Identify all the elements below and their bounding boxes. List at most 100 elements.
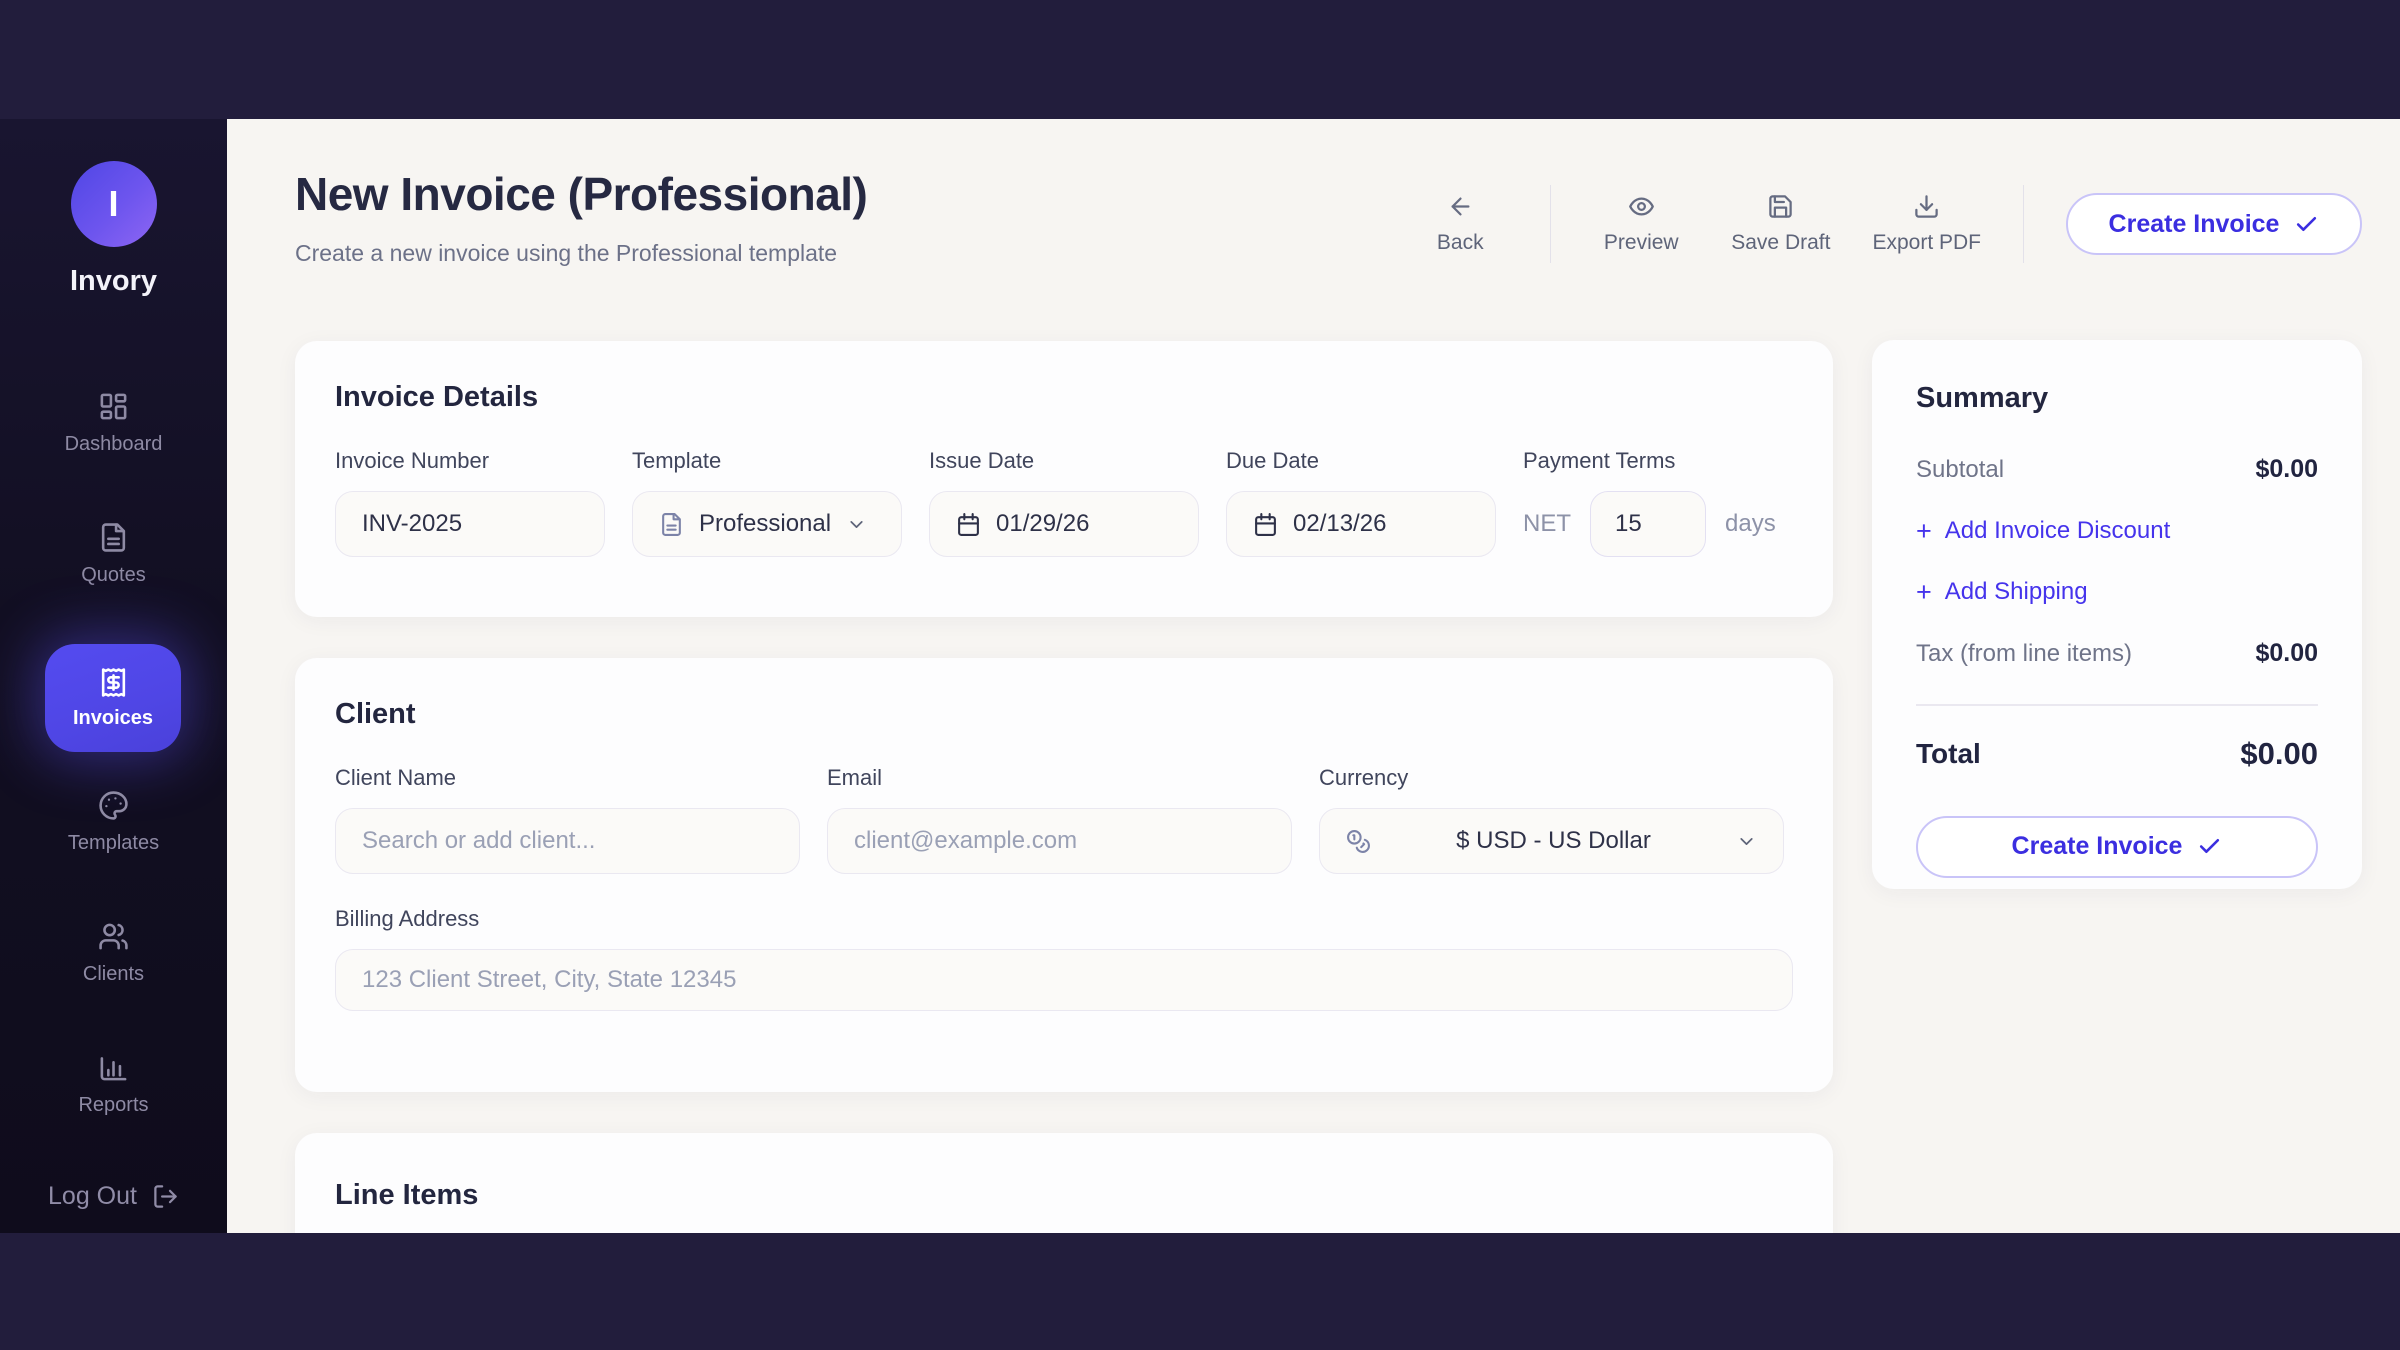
sidebar-item-clients[interactable]: Clients [0, 921, 227, 986]
download-icon [1913, 193, 1940, 220]
client-fields: Client Name Email Currency $ USD - US Do… [335, 765, 1793, 874]
invoice-number-input[interactable] [335, 491, 605, 557]
file-text-icon [659, 512, 684, 537]
invoice-details-card: Invoice Details Invoice Number Template … [295, 341, 1833, 617]
save-draft-button[interactable]: Save Draft [1731, 193, 1830, 255]
sidebar-item-dashboard[interactable]: Dashboard [0, 391, 227, 456]
sidebar-item-quotes[interactable]: Quotes [0, 522, 227, 587]
page-subtitle: Create a new invoice using the Professio… [295, 240, 867, 267]
page-title: New Invoice (Professional) [295, 167, 867, 221]
summary-divider [1916, 704, 2318, 706]
invoice-number-field: Invoice Number [335, 448, 605, 557]
sidebar: I Invory Dashboard Quotes Invoices Templ… [0, 119, 227, 1233]
back-label: Back [1437, 231, 1484, 255]
actions-divider [2023, 185, 2024, 263]
brand-name: Invory [0, 265, 227, 298]
sidebar-item-label: Invoices [73, 707, 153, 730]
subtotal-label: Subtotal [1916, 456, 2004, 484]
billing-address-label: Billing Address [335, 906, 1793, 932]
add-shipping-link[interactable]: + Add Shipping [1916, 578, 2318, 606]
template-field: Template Professional [632, 448, 902, 557]
preview-label: Preview [1604, 231, 1679, 255]
currency-select[interactable]: $ USD - US Dollar [1319, 808, 1784, 874]
tax-label: Tax (from line items) [1916, 640, 2132, 668]
subtotal-value: $0.00 [2255, 455, 2318, 484]
brand-initial: I [108, 183, 118, 225]
currency-field: Currency $ USD - US Dollar [1319, 765, 1784, 874]
logout-button[interactable]: Log Out [0, 1182, 227, 1211]
payment-terms-field: Payment Terms NET days [1523, 448, 1776, 557]
client-name-label: Client Name [335, 765, 800, 791]
reports-chart-icon [98, 1052, 129, 1083]
save-draft-label: Save Draft [1731, 231, 1830, 255]
invoice-number-label: Invoice Number [335, 448, 605, 474]
add-shipping-label: Add Shipping [1945, 578, 2088, 606]
due-date-value: 02/13/26 [1293, 510, 1386, 538]
line-items-card: Line Items [295, 1133, 1833, 1233]
quotes-icon [98, 522, 129, 553]
main-content: New Invoice (Professional) Create a new … [227, 119, 2400, 1233]
check-icon [2197, 834, 2222, 859]
template-value: Professional [699, 510, 831, 538]
sidebar-item-invoices-active[interactable]: Invoices [45, 644, 181, 752]
page-header: New Invoice (Professional) Create a new … [295, 167, 867, 267]
sidebar-item-reports[interactable]: Reports [0, 1052, 227, 1117]
payment-terms-label: Payment Terms [1523, 448, 1776, 474]
sidebar-item-label: Clients [83, 963, 144, 986]
export-pdf-label: Export PDF [1872, 231, 1981, 255]
days-suffix: days [1725, 510, 1776, 538]
template-select[interactable]: Professional [632, 491, 902, 557]
export-pdf-button[interactable]: Export PDF [1872, 193, 1981, 255]
summary-card: Summary Subtotal $0.00 + Add Invoice Dis… [1872, 340, 2362, 889]
save-icon [1767, 193, 1794, 220]
invoice-details-fields: Invoice Number Template Professional Iss… [335, 448, 1793, 557]
client-name-input[interactable] [335, 808, 800, 874]
brand-logo: I [71, 161, 157, 247]
payment-terms-input[interactable] [1590, 491, 1706, 557]
payment-terms-group: NET days [1523, 491, 1776, 557]
back-button[interactable]: Back [1412, 193, 1508, 255]
actions-divider [1550, 185, 1551, 263]
email-input[interactable] [827, 808, 1292, 874]
template-label: Template [632, 448, 902, 474]
due-date-label: Due Date [1226, 448, 1496, 474]
create-invoice-label: Create Invoice [2109, 210, 2280, 239]
tax-value: $0.00 [2255, 639, 2318, 668]
due-date-input[interactable]: 02/13/26 [1226, 491, 1496, 557]
add-discount-link[interactable]: + Add Invoice Discount [1916, 517, 2318, 545]
plus-icon: + [1916, 579, 1932, 606]
templates-palette-icon [98, 790, 129, 821]
issue-date-field: Issue Date 01/29/26 [929, 448, 1199, 557]
subtotal-row: Subtotal $0.00 [1916, 455, 2318, 484]
sidebar-item-label: Reports [78, 1094, 148, 1117]
chevron-down-icon [1736, 831, 1757, 852]
plus-icon: + [1916, 518, 1932, 545]
billing-address-input[interactable] [335, 949, 1793, 1011]
sidebar-item-label: Dashboard [65, 433, 163, 456]
coins-icon [1346, 829, 1371, 854]
chevron-down-icon [846, 514, 867, 535]
create-invoice-button[interactable]: Create Invoice [2066, 193, 2362, 255]
add-discount-label: Add Invoice Discount [1945, 517, 2170, 545]
sidebar-item-label: Templates [68, 832, 159, 855]
issue-date-input[interactable]: 01/29/26 [929, 491, 1199, 557]
currency-label: Currency [1319, 765, 1784, 791]
logout-icon [152, 1183, 179, 1210]
invoice-details-heading: Invoice Details [335, 381, 1793, 414]
line-items-heading: Line Items [335, 1179, 1793, 1212]
issue-date-value: 01/29/26 [996, 510, 1089, 538]
dashboard-icon [98, 391, 129, 422]
clients-users-icon [98, 921, 129, 952]
sidebar-item-templates[interactable]: Templates [0, 790, 227, 855]
logout-label: Log Out [48, 1182, 137, 1211]
summary-heading: Summary [1916, 382, 2318, 415]
due-date-field: Due Date 02/13/26 [1226, 448, 1496, 557]
net-prefix: NET [1523, 510, 1571, 538]
calendar-icon [1253, 512, 1278, 537]
calendar-icon [956, 512, 981, 537]
client-card: Client Client Name Email Currency $ USD … [295, 658, 1833, 1092]
preview-button[interactable]: Preview [1593, 193, 1689, 255]
create-invoice-button-summary[interactable]: Create Invoice [1916, 816, 2318, 878]
sidebar-item-label: Quotes [81, 564, 145, 587]
header-actions: Back Preview Save Draft Export PDF Creat… [1412, 185, 2362, 263]
